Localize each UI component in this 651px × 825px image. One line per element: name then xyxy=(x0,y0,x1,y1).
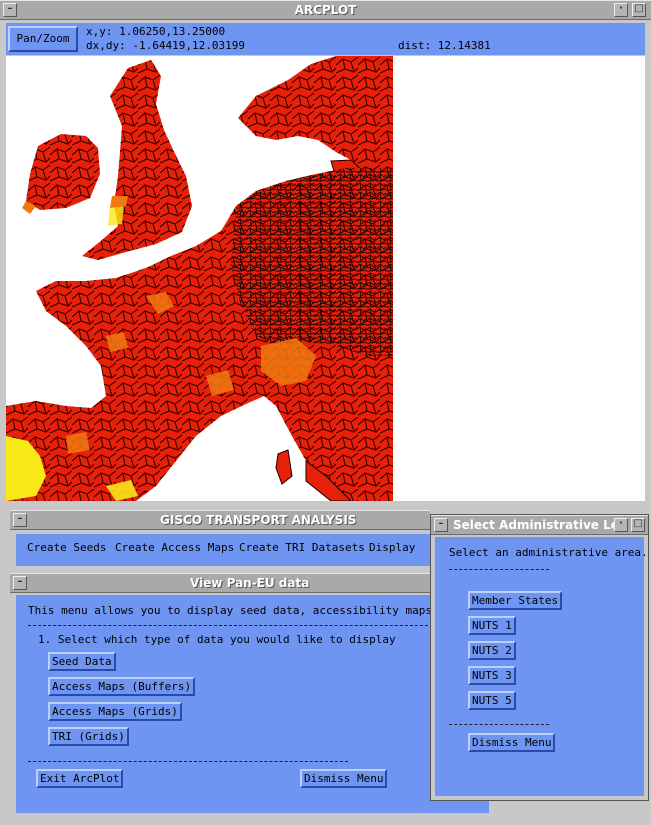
gisco-title: GISCO TRANSPORT ANALYSIS xyxy=(160,513,357,527)
view-pan-eu-window: – View Pan-EU data This menu allows you … xyxy=(10,573,495,818)
ireland-landmass xyxy=(22,134,100,214)
gisco-window-menu-button[interactable]: – xyxy=(13,513,27,527)
admin-level-window: – Select Administrative Lev · □ Select a… xyxy=(430,514,649,801)
view-pan-eu-title: View Pan-EU data xyxy=(190,576,310,590)
menu-create-tri-datasets[interactable]: Create TRI Datasets xyxy=(239,541,365,554)
europe-map[interactable] xyxy=(6,56,645,501)
view-pan-eu-body: This menu allows you to display seed dat… xyxy=(16,595,489,813)
map-canvas[interactable] xyxy=(6,56,645,501)
admin-titlebar[interactable]: – Select Administrative Lev · □ xyxy=(431,515,648,535)
scandinavia-landmass xyxy=(238,56,393,185)
menu-display[interactable]: Display xyxy=(369,541,415,554)
divider xyxy=(28,625,428,626)
corsica-landmass xyxy=(275,449,293,485)
seed-data-button[interactable]: Seed Data xyxy=(48,652,116,671)
arcplot-info-bar: Pan/Zoom x,y: 1.06250,13.25000 dx,dy: -1… xyxy=(6,23,645,55)
divider xyxy=(28,761,348,762)
nuts-1-button[interactable]: NUTS 1 xyxy=(468,616,516,635)
admin-title: Select Administrative Lev xyxy=(453,518,627,532)
tri-grids-button[interactable]: TRI (Grids) xyxy=(48,727,129,746)
minimize-button[interactable]: · xyxy=(614,3,628,17)
arcplot-titlebar[interactable]: – ARCPLOT · □ xyxy=(0,0,651,20)
gisco-titlebar[interactable]: – GISCO TRANSPORT ANALYSIS xyxy=(10,510,430,530)
nuts-2-button[interactable]: NUTS 2 xyxy=(468,641,516,660)
menu-create-seeds[interactable]: Create Seeds xyxy=(27,541,106,554)
step1-text: 1. Select which type of data you would l… xyxy=(38,633,396,646)
divider xyxy=(449,724,549,725)
view-dismiss-menu-button[interactable]: Dismiss Menu xyxy=(300,769,388,788)
nuts-3-button[interactable]: NUTS 3 xyxy=(468,666,516,685)
admin-body: Select an administrative area. Member St… xyxy=(435,537,648,796)
arcplot-title: ARCPLOT xyxy=(294,3,357,17)
exit-arcplot-button[interactable]: Exit ArcPlot xyxy=(36,769,124,788)
dist-readout: dist: 12.14381 xyxy=(398,39,491,52)
maximize-button[interactable]: □ xyxy=(632,3,646,17)
view-intro-text: This menu allows you to display seed dat… xyxy=(28,604,485,617)
admin-window-menu-button[interactable]: – xyxy=(434,518,448,532)
view-pan-eu-titlebar[interactable]: – View Pan-EU data xyxy=(10,573,495,593)
xy-readout: x,y: 1.06250,13.25000 xyxy=(86,25,226,38)
pan-zoom-button[interactable]: Pan/Zoom xyxy=(8,26,78,52)
admin-maximize-button[interactable]: □ xyxy=(631,518,645,532)
admin-minimize-button[interactable]: · xyxy=(614,518,628,532)
map-blank-area xyxy=(394,56,645,501)
admin-dismiss-menu-button[interactable]: Dismiss Menu xyxy=(468,733,556,752)
arcplot-window: – ARCPLOT · □ Pan/Zoom x,y: 1.06250,13.2… xyxy=(0,0,651,506)
access-maps-buffers-button[interactable]: Access Maps (Buffers) xyxy=(48,677,196,696)
divider xyxy=(449,569,549,570)
admin-prompt: Select an administrative area. xyxy=(449,546,648,559)
nuts-5-button[interactable]: NUTS 5 xyxy=(468,691,516,710)
gisco-window: – GISCO TRANSPORT ANALYSIS Create Seeds … xyxy=(10,510,430,570)
view-window-menu-button[interactable]: – xyxy=(13,576,27,590)
access-maps-grids-button[interactable]: Access Maps (Grids) xyxy=(48,702,182,721)
continent-landmass xyxy=(6,168,393,501)
gisco-menubar: Create Seeds Create Access Maps Create T… xyxy=(16,534,430,566)
member-states-button[interactable]: Member States xyxy=(468,591,563,610)
dxdy-readout: dx,dy: -1.64419,12.03199 xyxy=(86,39,245,52)
menu-create-access-maps[interactable]: Create Access Maps xyxy=(115,541,234,554)
